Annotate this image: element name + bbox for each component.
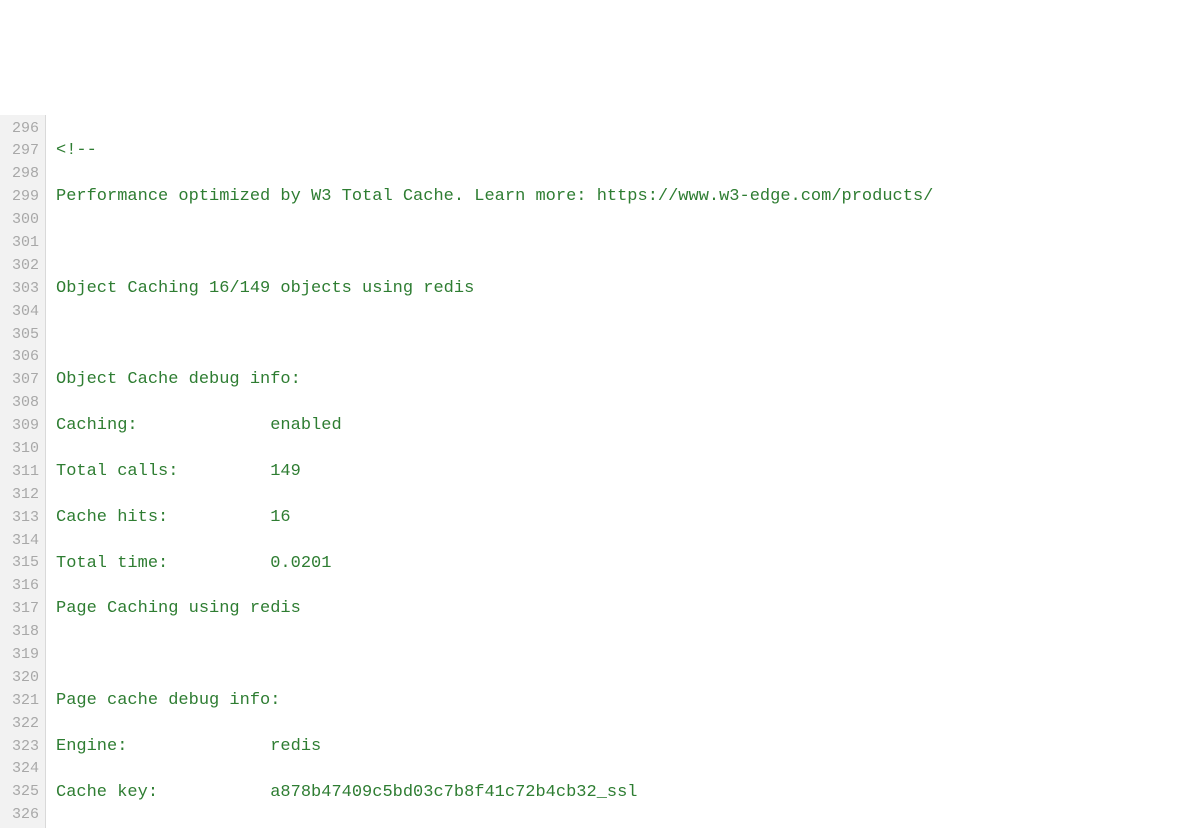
code-line: Cache key: a878b47409c5bd03c7b8f41c72b4c… [56,782,1200,805]
line-number-gutter: 2962972982993003013023033043053063073083… [0,115,46,828]
code-line [56,324,1200,347]
line-number: 302 [0,255,39,278]
code-line [56,232,1200,255]
line-number: 311 [0,461,39,484]
line-number: 325 [0,781,39,804]
line-number: 314 [0,530,39,553]
line-number: 312 [0,484,39,507]
line-number: 307 [0,369,39,392]
code-line: Page Caching using redis [56,598,1200,621]
line-number: 299 [0,186,39,209]
line-number: 300 [0,209,39,232]
code-line: Total calls: 149 [56,461,1200,484]
line-number: 305 [0,324,39,347]
line-number: 318 [0,621,39,644]
line-number: 296 [0,118,39,141]
line-number: 298 [0,163,39,186]
code-line: Creation Time: 1584379578.000s [56,827,1200,828]
line-number: 306 [0,346,39,369]
code-editor: 2962972982993003013023033043053063073083… [0,115,1200,828]
line-number: 316 [0,575,39,598]
code-area[interactable]: <!-- Performance optimized by W3 Total C… [46,115,1200,828]
code-line: Total time: 0.0201 [56,553,1200,576]
code-line: Object Cache debug info: [56,369,1200,392]
code-line: Engine: redis [56,736,1200,759]
line-number: 304 [0,301,39,324]
line-number: 321 [0,690,39,713]
line-number: 310 [0,438,39,461]
code-line [56,644,1200,667]
line-number: 319 [0,644,39,667]
line-number: 301 [0,232,39,255]
line-number: 303 [0,278,39,301]
code-line: <!-- [56,140,1200,163]
line-number: 317 [0,598,39,621]
code-line: Cache hits: 16 [56,507,1200,530]
line-number: 327 [0,827,39,828]
line-number: 326 [0,804,39,827]
line-number: 308 [0,392,39,415]
code-line: Performance optimized by W3 Total Cache.… [56,186,1200,209]
line-number: 309 [0,415,39,438]
line-number: 322 [0,713,39,736]
code-line: Page cache debug info: [56,690,1200,713]
line-number: 313 [0,507,39,530]
line-number: 320 [0,667,39,690]
line-number: 297 [0,140,39,163]
line-number: 323 [0,736,39,759]
line-number: 315 [0,552,39,575]
code-line: Caching: enabled [56,415,1200,438]
code-line: Object Caching 16/149 objects using redi… [56,278,1200,301]
line-number: 324 [0,758,39,781]
